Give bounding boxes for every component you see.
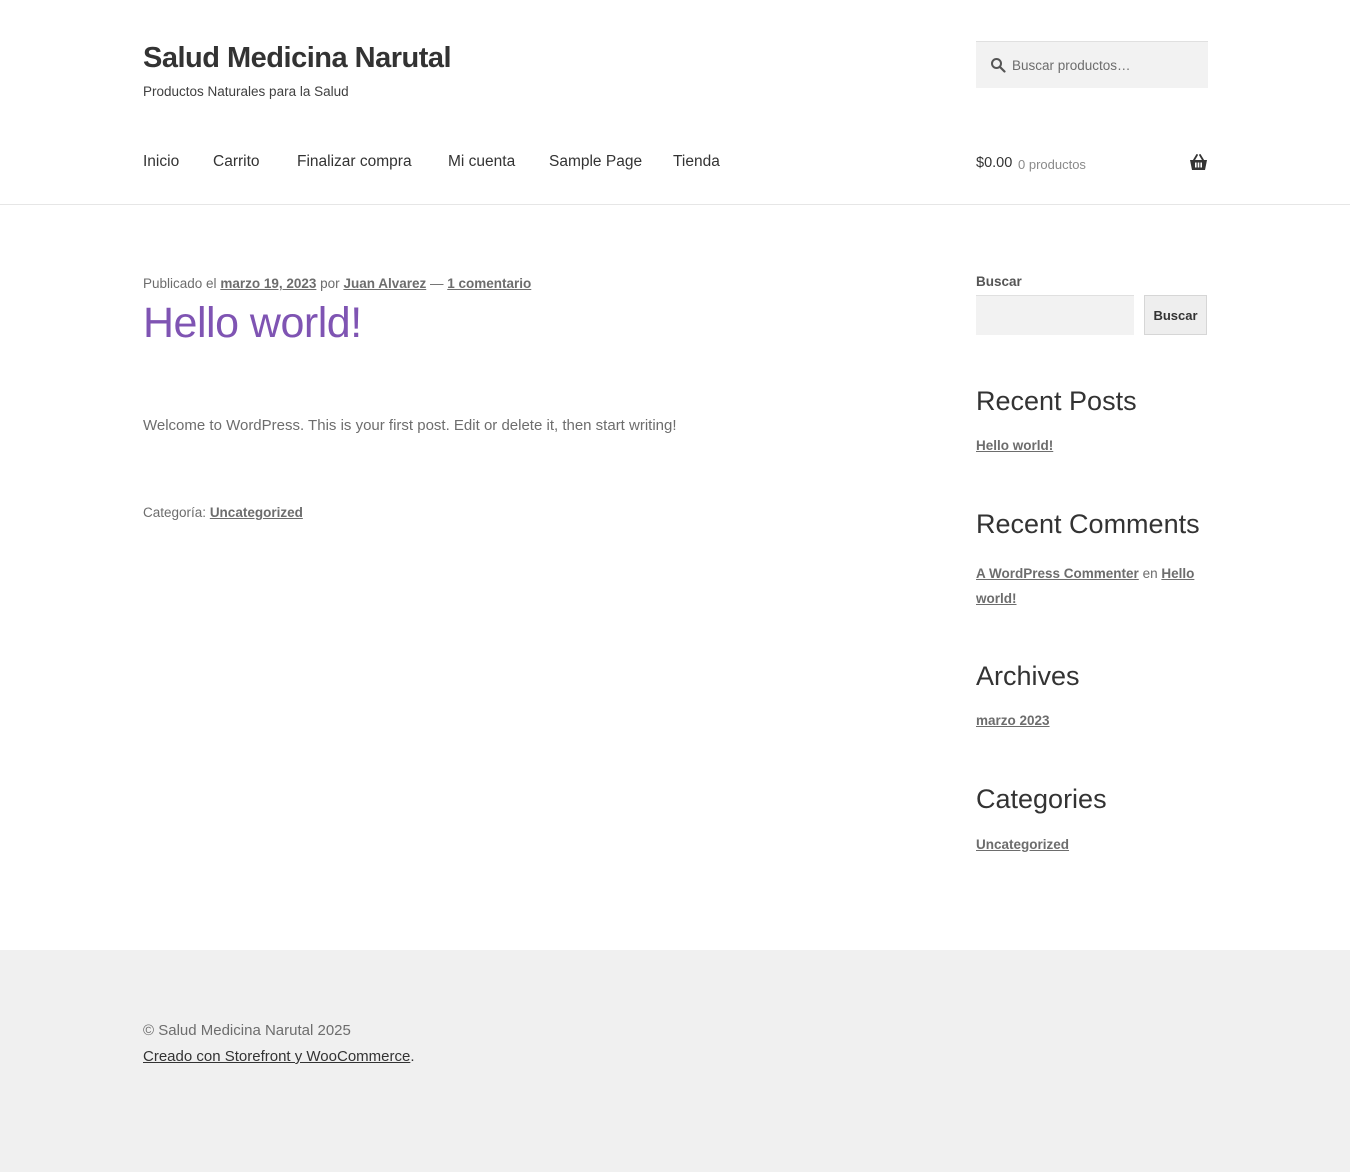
post-date-link[interactable]: marzo 19, 2023 (220, 276, 316, 291)
post-category: Categoría: Uncategorized (143, 505, 303, 520)
post-category-label: Categoría: (143, 505, 207, 520)
archive-link[interactable]: marzo 2023 (976, 713, 1050, 728)
recent-post-link[interactable]: Hello world! (976, 438, 1053, 453)
basket-icon[interactable] (1189, 154, 1208, 172)
sidebar-search-label: Buscar (976, 274, 1022, 289)
recent-posts-title: Recent Posts (976, 386, 1137, 416)
site-description: Productos Naturales para la Salud (143, 84, 349, 99)
post-meta-by: por (320, 276, 340, 291)
footer-credit: Creado con Storefront y WooCommerce. (143, 1048, 415, 1065)
cart-amount[interactable]: $0.00 (976, 155, 1012, 171)
post-title[interactable]: Hello world! (143, 299, 362, 348)
cart-count[interactable]: 0 productos (1018, 157, 1086, 172)
comment-on-text: en (1142, 566, 1158, 581)
post-meta: Publicado el marzo 19, 2023 por Juan Alv… (143, 276, 531, 291)
post-body: Welcome to WordPress. This is your first… (143, 417, 677, 434)
post-category-link[interactable]: Uncategorized (210, 505, 303, 520)
site-title[interactable]: Salud Medicina Narutal (143, 42, 452, 75)
nav-item-sample-page[interactable]: Sample Page (549, 153, 642, 171)
sidebar-search-button[interactable]: Buscar (1144, 295, 1207, 335)
site-header: Salud Medicina Narutal Productos Natural… (0, 0, 1350, 205)
product-search-input[interactable] (1012, 42, 1202, 88)
comment-author-link[interactable]: A WordPress Commenter (976, 566, 1139, 581)
nav-item-finalizar-compra[interactable]: Finalizar compra (297, 153, 412, 171)
footer-copyright: © Salud Medicina Narutal 2025 (143, 1022, 351, 1039)
categories-title: Categories (976, 784, 1107, 814)
footer-credit-suffix: . (410, 1048, 415, 1065)
post-meta-prefix: Publicado el (143, 276, 217, 291)
product-search (976, 41, 1208, 88)
recent-comment-item: A WordPress Commenter en Hello world! (976, 561, 1208, 611)
header-cart[interactable]: $0.00 0 productos (976, 153, 1208, 177)
footer-credit-link[interactable]: Creado con Storefront y WooCommerce (143, 1048, 410, 1065)
recent-comments-title: Recent Comments (976, 509, 1200, 539)
search-icon[interactable] (990, 57, 1006, 73)
post-author-link[interactable]: Juan Alvarez (343, 276, 426, 291)
sidebar-search-input[interactable] (976, 295, 1134, 335)
nav-item-tienda[interactable]: Tienda (673, 153, 720, 171)
site-footer: © Salud Medicina Narutal 2025 Creado con… (0, 950, 1350, 1172)
nav-item-carrito[interactable]: Carrito (213, 153, 260, 171)
archives-title: Archives (976, 661, 1080, 691)
post-meta-separator: — (430, 276, 444, 291)
post-comments-link[interactable]: 1 comentario (447, 276, 531, 291)
nav-item-mi-cuenta[interactable]: Mi cuenta (448, 153, 515, 171)
nav-item-inicio[interactable]: Inicio (143, 153, 179, 171)
category-link[interactable]: Uncategorized (976, 837, 1069, 852)
